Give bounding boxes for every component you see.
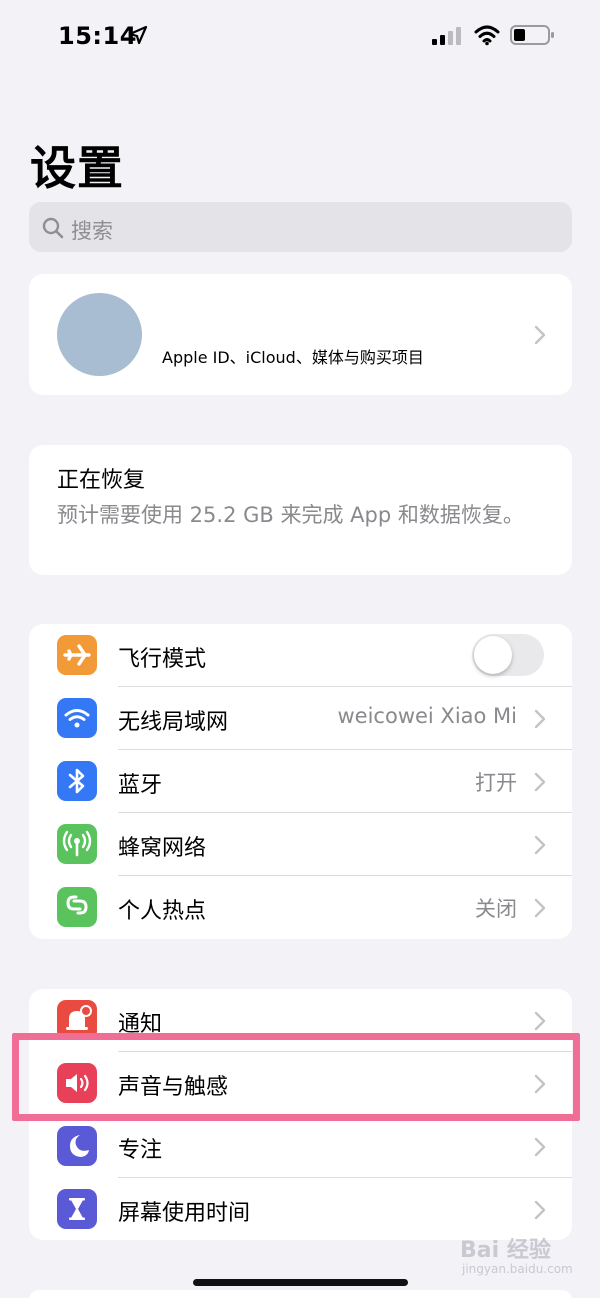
watermark-url: jingyan.baidu.com (462, 1262, 573, 1276)
airplane-mode-toggle[interactable] (472, 634, 544, 676)
status-bar: 15:14 (0, 0, 600, 72)
chevron-right-icon (534, 772, 546, 792)
row-label: 屏幕使用时间 (118, 1201, 251, 1226)
chevron-right-icon (534, 1200, 546, 1220)
row-label: 飞行模式 (118, 647, 207, 672)
wifi-icon (57, 698, 97, 738)
airplane-icon (57, 635, 97, 675)
connectivity-group: 飞行模式 无线局域网 weicowei Xiao Mi 蓝牙 打开 蜂窝网络 个… (29, 624, 572, 939)
chevron-right-icon (534, 1011, 546, 1031)
chevron-right-icon (534, 835, 546, 855)
location-arrow-icon (128, 25, 148, 45)
row-label: 蓝牙 (118, 773, 163, 798)
restore-description: 预计需要使用 25.2 GB 来完成 App 和数据恢复。 (57, 503, 524, 527)
wifi-status-icon (474, 25, 500, 46)
search-icon (42, 217, 64, 239)
row-value: 关闭 (475, 897, 517, 921)
row-label: 蜂窝网络 (118, 836, 207, 861)
row-wifi[interactable]: 无线局域网 weicowei Xiao Mi (29, 687, 572, 750)
status-time: 15:14 (58, 22, 137, 50)
row-screen-time[interactable]: 屏幕使用时间 (29, 1178, 572, 1240)
chevron-right-icon (534, 1137, 546, 1157)
row-bluetooth[interactable]: 蓝牙 打开 (29, 750, 572, 813)
restore-card: 正在恢复 预计需要使用 25.2 GB 来完成 App 和数据恢复。 (29, 445, 572, 575)
row-value: weicowei Xiao Mi (337, 704, 518, 728)
home-indicator[interactable] (193, 1279, 408, 1286)
row-personal-hotspot[interactable]: 个人热点 关闭 (29, 876, 572, 939)
cellular-signal-icon (432, 27, 461, 45)
highlight-box (12, 1033, 580, 1121)
chevron-right-icon (534, 325, 546, 345)
row-label: 个人热点 (118, 899, 207, 924)
cellular-icon (57, 824, 97, 864)
search-field[interactable]: 搜索 (29, 202, 572, 252)
search-placeholder: 搜索 (71, 219, 113, 243)
moon-icon (57, 1126, 97, 1166)
row-airplane-mode[interactable]: 飞行模式 (29, 624, 572, 687)
next-group-card (29, 1290, 572, 1298)
hotspot-icon (57, 887, 97, 927)
avatar (57, 293, 142, 376)
bluetooth-icon (57, 761, 97, 801)
apple-id-subtitle: Apple ID、iCloud、媒体与购买项目 (162, 348, 424, 367)
chevron-right-icon (534, 898, 546, 918)
row-label: 无线局域网 (118, 710, 229, 735)
chevron-right-icon (534, 709, 546, 729)
battery-icon (510, 25, 554, 45)
toggle-knob (474, 636, 512, 674)
restore-title: 正在恢复 (57, 468, 146, 493)
row-focus[interactable]: 专注 (29, 1115, 572, 1178)
hourglass-icon (57, 1189, 97, 1229)
apple-id-card[interactable]: Apple ID、iCloud、媒体与购买项目 (29, 274, 572, 395)
row-cellular[interactable]: 蜂窝网络 (29, 813, 572, 876)
watermark-logo: Bai 经验 (460, 1238, 551, 1263)
row-value: 打开 (475, 771, 517, 795)
row-label: 专注 (118, 1138, 163, 1163)
page-title: 设置 (30, 141, 124, 195)
